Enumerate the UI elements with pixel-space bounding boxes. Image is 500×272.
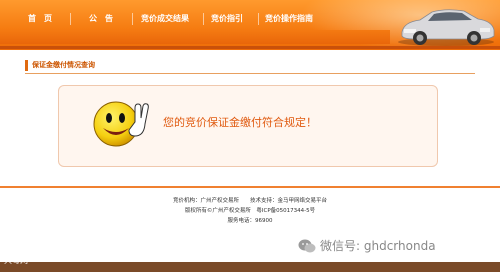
footer-divider (0, 186, 500, 188)
nav-divider (203, 13, 204, 25)
nav-item-home[interactable]: 首 页 (28, 10, 52, 28)
nav-strip (0, 30, 390, 44)
nav-item-operation-guide[interactable]: 竞价操作指南 (265, 10, 313, 28)
wechat-icon (298, 239, 316, 253)
bottom-band (0, 262, 500, 272)
footer-row-organizer: 竞价机构：广州产权交易所 技术支持：金马甲网络交易平台 (172, 198, 327, 204)
banner-underline (0, 46, 500, 49)
top-banner: 首 页 公 告 竞价成交结果 竞价指引 竞价操作指南 (0, 0, 500, 50)
result-panel: 您的竞价保证金缴付符合规定！ (58, 85, 438, 167)
car-image (398, 9, 495, 46)
status-message: 您的竞价保证金缴付符合规定！ (163, 116, 317, 129)
nav-divider (132, 13, 133, 25)
section-marker (25, 60, 28, 71)
footer-row-phone: 服务电话：96900 (227, 218, 273, 224)
section-rule (25, 73, 475, 74)
nav-item-guide[interactable]: 竞价指引 (211, 10, 243, 28)
main-nav: 首 页 公 告 竞价成交结果 竞价指引 竞价操作指南 (0, 10, 380, 28)
nav-divider (258, 13, 259, 25)
section-title: 保证金缴付情况查询 (32, 61, 95, 69)
smiley-thumbs-up-icon (93, 101, 149, 147)
wechat-watermark: 微信号: ghdcrhonda (298, 236, 498, 256)
nav-divider (70, 13, 71, 25)
footer-row-copyright: 版权所有©广州产权交易所 粤ICP备05017344-5号 (184, 208, 316, 214)
section-header: 保证金缴付情况查询 (25, 58, 475, 74)
wechat-id-text: 微信号: ghdcrhonda (320, 239, 436, 253)
corner-watermark: 大粤网 (4, 256, 28, 265)
nav-item-results[interactable]: 竞价成交结果 (141, 10, 189, 28)
nav-item-announcements[interactable]: 公 告 (89, 10, 113, 28)
footer: 竞价机构：广州产权交易所 技术支持：金马甲网络交易平台 版权所有©广州产权交易所… (0, 196, 500, 226)
